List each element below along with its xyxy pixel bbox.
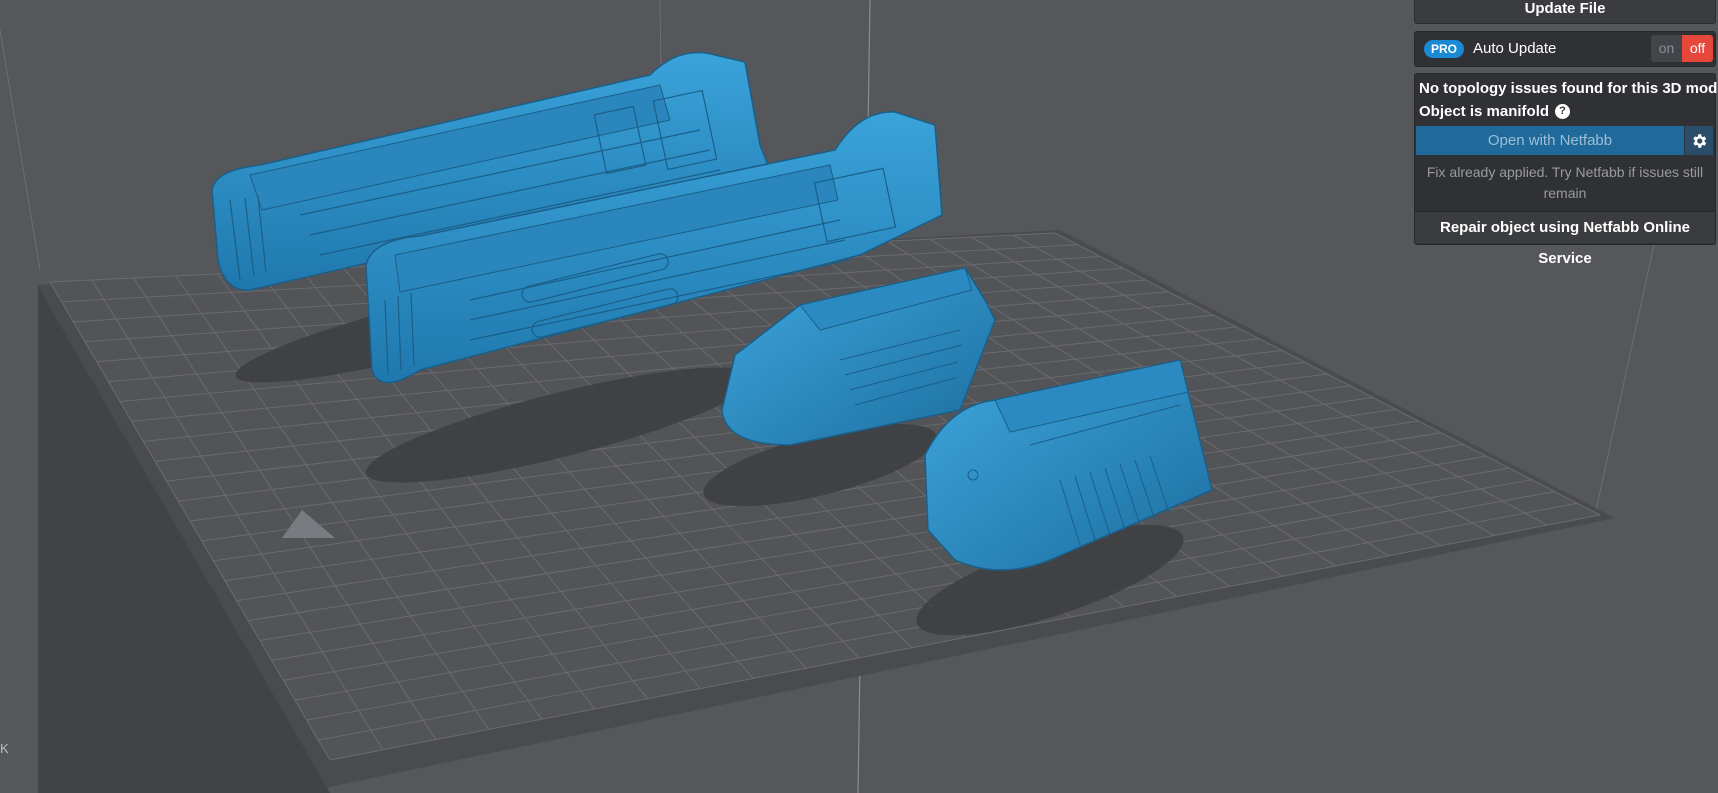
fix-applied-note: Fix already applied. Try Netfabb if issu… [1426, 164, 1704, 201]
topology-message: No topology issues found for this 3D mod… [1419, 80, 1718, 97]
netfabb-settings-button[interactable] [1685, 126, 1713, 155]
toggle-off-option[interactable]: off [1682, 35, 1713, 62]
toggle-on-option[interactable]: on [1651, 35, 1682, 62]
update-file-button[interactable]: Update File [1414, 0, 1716, 24]
open-with-netfabb-button[interactable]: Open with Netfabb [1416, 126, 1684, 155]
auto-update-row: PRO Auto Update on off [1414, 31, 1716, 67]
help-icon[interactable]: ? [1555, 104, 1571, 119]
manifold-message: Object is manifold [1419, 103, 1550, 120]
gear-icon [1693, 133, 1707, 148]
axis-label: K [0, 741, 9, 756]
auto-update-label: Auto Update [1473, 40, 1557, 57]
topology-info-block: No topology issues found for this 3D mod… [1414, 73, 1718, 267]
manifold-status: Object is manifold ? [1419, 103, 1571, 120]
repair-online-button[interactable]: Repair object using Netfabb Online Servi… [1415, 211, 1715, 267]
auto-update-toggle[interactable]: on off [1651, 35, 1713, 62]
pro-badge: PRO [1424, 40, 1465, 58]
